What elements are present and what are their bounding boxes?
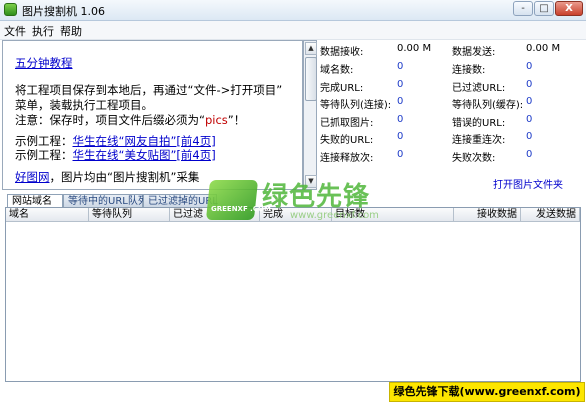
menu-run[interactable]: 执行 xyxy=(32,23,54,39)
menu-help[interactable]: 帮助 xyxy=(60,23,82,39)
stat-value-failed-url: 0 xyxy=(397,131,404,142)
col-header-queue[interactable]: 等待队列 xyxy=(89,208,170,222)
example2-link[interactable]: 华生在线“美女贴图”[前4页] xyxy=(73,148,216,162)
app-icon xyxy=(4,3,17,16)
stat-value-releases: 0 xyxy=(397,149,404,160)
good-site-link[interactable]: 好图网 xyxy=(15,170,50,184)
stat-value-error-url: 0 xyxy=(526,114,533,125)
stat-value-domains: 0 xyxy=(397,61,404,72)
col-header-received[interactable]: 接收数据 xyxy=(454,208,521,222)
stat-label-queue-connection: 等待队列(连接): xyxy=(320,100,392,111)
intro-text-panel: 五分钟教程 将工程项目保存到本地后，再通过“文件->打开项目” 菜单，装载执行工… xyxy=(2,40,303,190)
stat-label-releases: 连接释放次: xyxy=(320,153,374,164)
domain-table: 域名 等待队列 已过滤 完成 目标数 接收数据 发送数据 xyxy=(5,207,581,382)
maximize-button[interactable]: □ xyxy=(534,1,554,16)
col-header-sent[interactable]: 发送数据 xyxy=(521,208,580,222)
stat-value-completed-url: 0 xyxy=(397,79,404,90)
example-row-2: 示例工程：华生在线“美女贴图”[前4页] xyxy=(15,148,216,162)
stat-value-sent: 0.00 M xyxy=(526,43,561,54)
stat-label-queue-cache: 等待队列(缓存): xyxy=(452,100,524,111)
stat-value-queue-cache: 0 xyxy=(526,96,533,107)
stat-label-failed-url: 失败的URL: xyxy=(320,135,374,146)
tutorial-link[interactable]: 五分钟教程 xyxy=(15,55,73,71)
tab-domains[interactable]: 网站域名 xyxy=(7,194,63,208)
intro-line-3: 注意：保存时，项目文件后缀必须为“pics”！ xyxy=(15,113,246,127)
stat-label-completed-url: 完成URL: xyxy=(320,83,364,94)
tab-filtered-urls[interactable]: 已过滤掉的URL xyxy=(143,194,218,208)
stat-label-received: 数据接收: xyxy=(320,47,364,58)
minimize-button[interactable]: - xyxy=(513,1,533,16)
scroll-thumb[interactable] xyxy=(305,57,317,101)
stat-label-images-fetched: 已抓取图片: xyxy=(320,118,374,129)
stat-value-fail-count: 0 xyxy=(526,149,533,160)
title-bar: 图片搜割机 1.06 - □ X xyxy=(0,0,586,21)
open-image-folder-link[interactable]: 打开图片文件夹 xyxy=(493,176,563,191)
pics-extension: pics xyxy=(204,113,228,127)
stat-label-error-url: 错误的URL: xyxy=(452,118,506,129)
vertical-scrollbar[interactable]: ▲ ▼ xyxy=(303,40,317,190)
stat-value-images-fetched: 0 xyxy=(397,114,404,125)
stat-label-filtered-url: 已过滤URL: xyxy=(452,83,506,94)
watermark-url: www.greenxf.com xyxy=(290,210,379,221)
col-header-domain[interactable]: 域名 xyxy=(6,208,89,222)
menu-file[interactable]: 文件 xyxy=(4,23,26,39)
stat-value-reconnects: 0 xyxy=(526,131,533,142)
stat-value-filtered-url: 0 xyxy=(526,79,533,90)
watermark-logo-icon xyxy=(205,180,259,220)
stat-label-connections: 连接数: xyxy=(452,65,486,76)
intro-line-2: 菜单，装载执行工程项目。 xyxy=(15,98,153,112)
tab-waiting-urls[interactable]: 等待中的URL队列 xyxy=(63,194,148,208)
example1-link[interactable]: 华生在线“网友自拍”[前4页] xyxy=(73,134,216,148)
stat-value-connections: 0 xyxy=(526,61,533,72)
stat-label-fail-count: 失败次数: xyxy=(452,153,496,164)
scroll-up-icon[interactable]: ▲ xyxy=(305,42,317,55)
watermark-brand: 绿色先锋 xyxy=(262,182,371,212)
stat-label-sent: 数据发送: xyxy=(452,47,496,58)
stat-label-domains: 域名数: xyxy=(320,65,354,76)
good-site-row: 好图网，图片均由“图片搜割机”采集 xyxy=(15,170,200,184)
stat-value-received: 0.00 M xyxy=(397,43,432,54)
intro-line-1: 将工程项目保存到本地后，再通过“文件->打开项目” xyxy=(15,83,283,97)
stat-label-reconnects: 连接重连次: xyxy=(452,135,506,146)
stat-value-queue-connection: 0 xyxy=(397,96,404,107)
download-site-banner: 绿色先锋下载(www.greenxf.com) xyxy=(389,382,585,402)
menu-bar: 文件 执行 帮助 xyxy=(0,21,586,40)
close-button[interactable]: X xyxy=(555,1,583,16)
window-title: 图片搜割机 1.06 xyxy=(22,5,105,18)
